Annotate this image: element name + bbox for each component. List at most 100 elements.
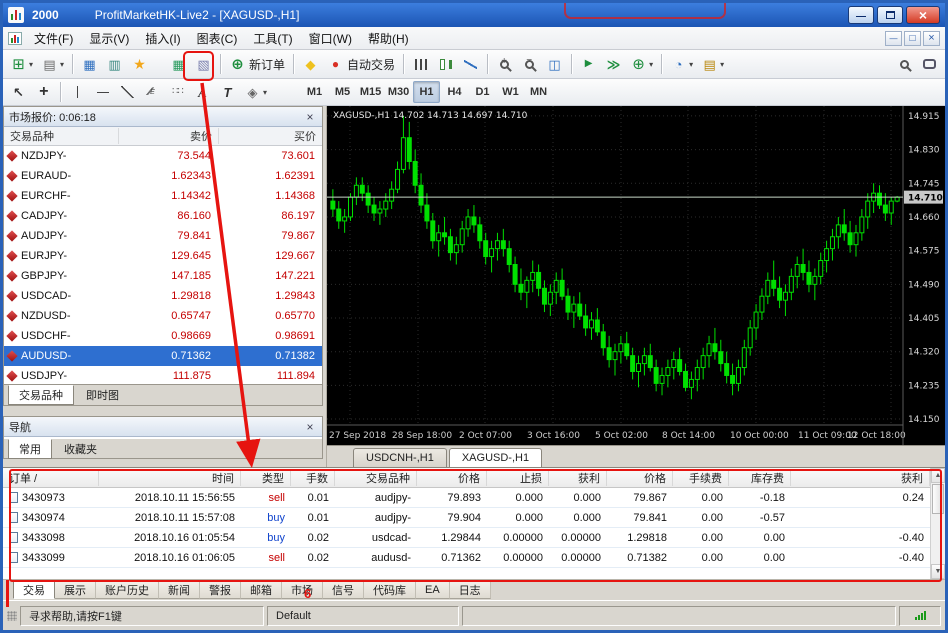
terminal-tab[interactable]: 交易	[13, 581, 55, 599]
close-button[interactable]	[906, 6, 940, 24]
metaeditor-button[interactable]	[298, 52, 323, 76]
search-button[interactable]	[892, 52, 917, 76]
market-watch-row[interactable]: NZDUSD- 0.65747 0.65770	[4, 306, 322, 326]
timeframe-button[interactable]: H4	[441, 81, 468, 103]
market-watch-tab[interactable]: 交易品种	[8, 385, 74, 405]
market-watch-row[interactable]: AUDUSD- 0.71362 0.71382	[4, 346, 322, 366]
market-watch-row[interactable]: AUDJPY- 79.841 79.867	[4, 226, 322, 246]
chart-restore-button[interactable]	[904, 30, 921, 46]
timeframe-button[interactable]: MN	[525, 81, 552, 103]
order-row[interactable]: 3430974 2018.10.11 15:57:08 buy 0.01 aud…	[3, 508, 930, 528]
menu-item[interactable]: 窗口(W)	[301, 28, 360, 49]
cursor-button[interactable]	[6, 80, 31, 104]
timeframe-button[interactable]: W1	[497, 81, 524, 103]
column-current-price[interactable]: 价格	[607, 469, 673, 486]
column-commission[interactable]: 手续费	[673, 469, 729, 486]
menu-item[interactable]: 插入(I)	[137, 28, 188, 49]
scroll-track[interactable]	[931, 515, 945, 564]
market-watch-row[interactable]: GBPJPY- 147.185 147.221	[4, 266, 322, 286]
column-stoploss[interactable]: 止损	[487, 469, 549, 486]
terminal-tab[interactable]: 信号	[323, 581, 364, 599]
templates-button[interactable]	[697, 52, 728, 76]
menu-item[interactable]: 工具(T)	[245, 28, 300, 49]
terminal-tab[interactable]: 市场	[282, 581, 323, 599]
strategy-tester-button[interactable]	[191, 52, 216, 76]
column-ask[interactable]: 买价	[218, 128, 322, 144]
new-chart-button[interactable]	[6, 52, 37, 76]
close-panel-icon[interactable]	[303, 110, 317, 124]
status-profile[interactable]: Default	[267, 605, 459, 626]
terminal-tab[interactable]: 账户历史	[96, 581, 159, 599]
menu-item[interactable]: 文件(F)	[26, 28, 81, 49]
minimize-button[interactable]	[848, 6, 874, 24]
maximize-button[interactable]	[877, 6, 903, 24]
periods-button[interactable]	[666, 52, 697, 76]
auto-scroll-button[interactable]	[576, 52, 601, 76]
chart-minimize-button[interactable]	[885, 30, 902, 46]
chart-window-icon[interactable]	[8, 31, 22, 45]
menu-item[interactable]: 显示(V)	[81, 28, 137, 49]
order-row[interactable]: 3430973 2018.10.11 15:56:55 sell 0.01 au…	[3, 488, 930, 508]
bar-chart-button[interactable]	[408, 52, 433, 76]
chart-close-button[interactable]	[923, 30, 940, 46]
horizontal-line-button[interactable]	[90, 80, 115, 104]
line-chart-button[interactable]	[458, 52, 483, 76]
crosshair-button[interactable]	[31, 80, 56, 104]
terminal-tab[interactable]: 代码库	[364, 581, 416, 599]
order-row[interactable]: 3433099 2018.10.16 01:06:05 sell 0.02 au…	[3, 548, 930, 568]
timeframe-button[interactable]: D1	[469, 81, 496, 103]
market-watch-row[interactable]: USDJPY- 111.875 111.894	[4, 366, 322, 384]
scroll-down-icon[interactable]	[931, 564, 945, 579]
close-panel-icon[interactable]	[303, 420, 317, 434]
market-watch-button[interactable]	[77, 52, 102, 76]
tile-windows-button[interactable]	[542, 52, 567, 76]
terminal-tab[interactable]: 新闻	[159, 581, 200, 599]
text-button[interactable]	[190, 80, 215, 104]
terminal-button[interactable]	[166, 52, 191, 76]
column-takeprofit[interactable]: 获利	[549, 469, 607, 486]
column-symbol[interactable]: 交易品种	[4, 128, 118, 144]
column-time[interactable]: 时间	[99, 469, 241, 486]
timeframe-button[interactable]: M1	[301, 81, 328, 103]
candlestick-button[interactable]	[433, 52, 458, 76]
market-watch-row[interactable]: EURAUD- 1.62343 1.62391	[4, 166, 322, 186]
fibonacci-button[interactable]	[165, 80, 190, 104]
zoom-in-button[interactable]	[492, 52, 517, 76]
terminal-tab[interactable]: 展示	[55, 581, 96, 599]
scroll-thumb[interactable]	[932, 484, 944, 514]
profiles-button[interactable]	[37, 52, 68, 76]
market-watch-row[interactable]: USDCHF- 0.98669 0.98691	[4, 326, 322, 346]
market-watch-row[interactable]: NZDJPY- 73.544 73.601	[4, 146, 322, 166]
terminal-tab[interactable]: 邮箱	[241, 581, 282, 599]
column-symbol[interactable]: 交易品种	[335, 469, 417, 486]
arrows-button[interactable]	[240, 80, 271, 104]
navigator-tab[interactable]: 收藏夹	[54, 440, 107, 458]
timeframe-button[interactable]: M15	[357, 81, 384, 103]
scroll-up-icon[interactable]	[931, 468, 945, 483]
terminal-tab[interactable]: 警报	[200, 581, 241, 599]
order-row[interactable]: 3433098 2018.10.16 01:05:54 buy 0.02 usd…	[3, 528, 930, 548]
market-watch-row[interactable]: EURJPY- 129.645 129.667	[4, 246, 322, 266]
column-price[interactable]: 价格	[417, 469, 487, 486]
column-lots[interactable]: 手数	[291, 469, 335, 486]
new-order-button[interactable]: 新订单	[225, 52, 289, 76]
trendline-button[interactable]	[115, 80, 140, 104]
timeframe-button[interactable]: M30	[385, 81, 412, 103]
market-watch-row[interactable]: CADJPY- 86.160 86.197	[4, 206, 322, 226]
titlebar[interactable]: 2000 ProfitMarketHK-Live2 - [XAGUSD-,H1]	[3, 3, 945, 27]
navigator-tab[interactable]: 常用	[8, 438, 52, 459]
column-order[interactable]: 订单 /	[3, 469, 99, 486]
chart-shift-button[interactable]	[601, 52, 626, 76]
terminal-tab[interactable]: 日志	[449, 581, 491, 599]
indicators-button[interactable]	[626, 52, 657, 76]
chat-button[interactable]	[917, 52, 942, 76]
navigator-titlebar[interactable]: 导航	[4, 417, 322, 437]
menu-item[interactable]: 图表(C)	[189, 28, 246, 49]
terminal-scrollbar[interactable]	[930, 468, 945, 579]
market-watch-tab[interactable]: 即时图	[76, 386, 129, 404]
data-window-button[interactable]	[102, 52, 127, 76]
market-watch-row[interactable]: USDCAD- 1.29818 1.29843	[4, 286, 322, 306]
autotrading-button[interactable]: 自动交易	[323, 52, 399, 76]
chart-tab[interactable]: USDCNH-,H1	[353, 448, 447, 467]
chart-tab[interactable]: XAGUSD-,H1	[448, 448, 543, 467]
